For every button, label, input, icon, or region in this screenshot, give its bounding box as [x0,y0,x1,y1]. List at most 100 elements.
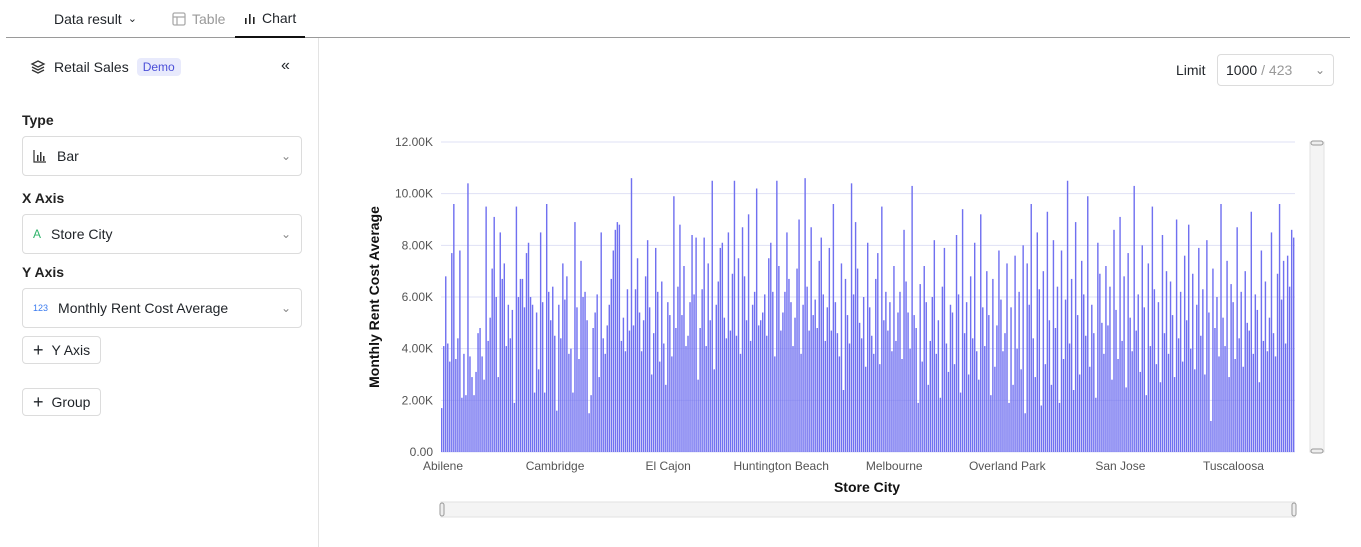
horizontal-zoom-slider[interactable] [439,501,1297,518]
bar[interactable] [586,320,588,452]
bar[interactable] [885,291,887,452]
bar[interactable] [973,242,976,452]
bar[interactable] [1048,320,1051,452]
bar[interactable] [820,237,822,452]
bar[interactable] [596,294,598,452]
bar[interactable] [1056,286,1059,452]
bar[interactable] [479,328,481,452]
bar[interactable] [533,392,536,452]
bar[interactable] [1004,333,1006,452]
bar[interactable] [1145,395,1148,452]
bar[interactable] [836,333,839,452]
bar[interactable] [669,315,671,452]
bar[interactable] [822,294,824,452]
limit-select[interactable]: 1000 / 423 ⌄ [1217,54,1334,86]
bar[interactable] [1066,180,1069,452]
bar[interactable] [659,361,661,452]
bar[interactable] [447,343,449,453]
bar[interactable] [1149,346,1152,452]
bar[interactable] [1236,227,1238,452]
bar[interactable] [453,204,455,452]
bar[interactable] [1074,222,1077,452]
bar[interactable] [709,320,711,452]
bar[interactable] [889,302,891,452]
bar[interactable] [917,402,919,452]
bar[interactable] [1248,330,1250,452]
bar[interactable] [487,340,489,452]
bar[interactable] [685,346,687,452]
bar[interactable] [971,338,974,452]
bar[interactable] [509,338,512,452]
bar[interactable] [580,260,582,452]
bar[interactable] [1052,240,1055,452]
bar[interactable] [541,302,544,452]
bar[interactable] [594,312,596,453]
bar[interactable] [673,196,675,452]
bar[interactable] [1054,328,1057,452]
bar[interactable] [806,286,808,452]
bar[interactable] [1157,302,1160,452]
bar[interactable] [525,253,528,452]
bar[interactable] [1121,340,1123,452]
bar[interactable] [850,183,853,453]
bar[interactable] [1196,304,1198,452]
bar[interactable] [739,353,742,452]
bar[interactable] [1278,204,1281,452]
vertical-zoom-slider[interactable] [1309,140,1325,454]
bar[interactable] [923,266,925,452]
bar[interactable] [1260,250,1263,453]
bar[interactable] [931,297,934,452]
bar[interactable] [1159,382,1162,452]
bar[interactable] [1214,328,1216,452]
bar[interactable] [1022,245,1024,452]
bar[interactable] [705,346,707,452]
bar[interactable] [830,330,833,452]
bar[interactable] [550,320,552,452]
bar[interactable] [717,281,720,453]
bar[interactable] [784,291,786,452]
bar[interactable] [449,361,451,452]
bar[interactable] [1042,271,1045,452]
bar[interactable] [899,291,901,452]
bar[interactable] [626,289,629,452]
bar[interactable] [1030,204,1032,452]
bar[interactable] [733,180,736,452]
bar[interactable] [1123,276,1125,452]
bar[interactable] [465,395,467,452]
bar[interactable] [969,276,972,452]
bar[interactable] [1095,397,1097,452]
bar[interactable] [814,299,816,452]
bar[interactable] [873,353,875,452]
bar[interactable] [808,330,810,452]
bar[interactable] [1062,359,1065,452]
bar[interactable] [562,263,564,452]
bar[interactable] [812,315,814,452]
bar[interactable] [1198,247,1200,452]
bar[interactable] [854,222,857,452]
bar[interactable] [925,302,927,452]
bar[interactable] [984,346,986,452]
bar[interactable] [883,320,885,452]
bar[interactable] [731,273,734,452]
bar[interactable] [802,304,804,452]
bar[interactable] [887,330,889,452]
bar[interactable] [1147,263,1150,452]
bar[interactable] [495,297,497,452]
bar[interactable] [1194,369,1196,452]
bar[interactable] [1238,338,1240,452]
bar[interactable] [481,356,483,452]
bar[interactable] [757,325,760,452]
bar[interactable] [842,390,845,452]
bar[interactable] [866,242,869,452]
bar[interactable] [457,338,459,452]
bar[interactable] [782,312,784,453]
bar[interactable] [719,247,722,452]
bar[interactable] [683,266,685,452]
bar[interactable] [1091,304,1093,452]
bar[interactable] [764,294,766,452]
bar[interactable] [1046,211,1049,452]
bar[interactable] [753,291,756,452]
bar[interactable] [824,340,827,452]
bar[interactable] [776,180,778,452]
bar[interactable] [1208,312,1210,453]
